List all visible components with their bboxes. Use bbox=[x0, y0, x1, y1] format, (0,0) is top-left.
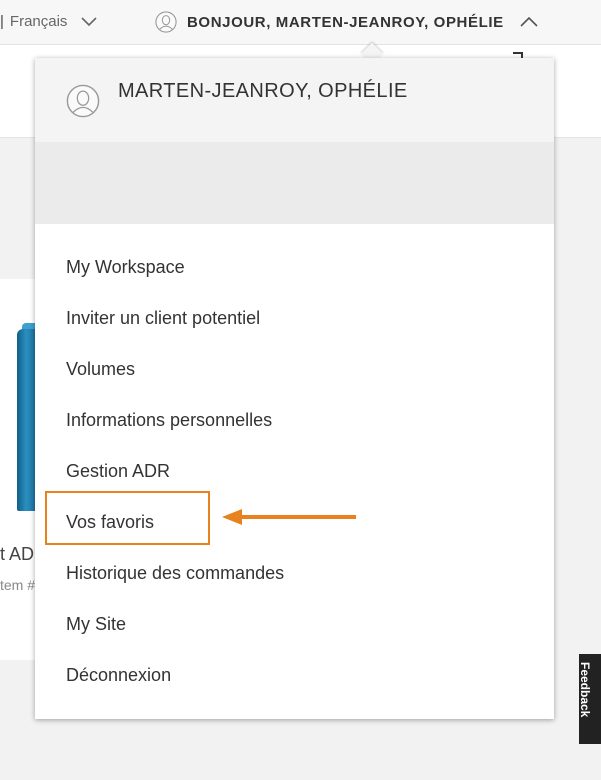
chevron-up-icon bbox=[520, 17, 538, 27]
account-menu-toggle[interactable]: BONJOUR, MARTEN-JEANROY, OPHÉLIE bbox=[155, 11, 538, 33]
arrow-left-icon bbox=[222, 509, 356, 525]
top-bar: | Français BONJOUR, MARTEN-JEANROY, OPHÉ… bbox=[0, 0, 601, 45]
dropdown-header: MARTEN-JEANROY, OPHÉLIE bbox=[35, 58, 554, 142]
product-name-fragment: t AD bbox=[0, 544, 35, 564]
user-avatar-icon bbox=[66, 84, 100, 118]
menu-item-invite-prospect[interactable]: Inviter un client potentiel bbox=[35, 293, 554, 344]
account-menu: My Workspace Inviter un client potentiel… bbox=[35, 242, 554, 701]
language-selector[interactable]: | Français bbox=[0, 13, 98, 30]
chevron-down-icon bbox=[81, 16, 98, 26]
language-label: Français bbox=[9, 13, 68, 30]
feedback-tab[interactable]: Feedback bbox=[578, 654, 601, 744]
highlight-box bbox=[45, 491, 210, 545]
dropdown-user-name: MARTEN-JEANROY, OPHÉLIE bbox=[118, 80, 408, 102]
user-avatar-icon bbox=[155, 11, 177, 33]
menu-item-adr-management[interactable]: Gestion ADR bbox=[35, 446, 554, 497]
menu-item-volumes[interactable]: Volumes bbox=[35, 344, 554, 395]
menu-item-personal-info[interactable]: Informations personnelles bbox=[35, 395, 554, 446]
feedback-label: Feedback bbox=[578, 662, 592, 718]
account-dropdown: MARTEN-JEANROY, OPHÉLIE My Workspace Inv… bbox=[35, 58, 554, 719]
language-separator: | bbox=[0, 13, 4, 30]
menu-item-my-workspace[interactable]: My Workspace bbox=[35, 242, 554, 293]
menu-item-my-site[interactable]: My Site bbox=[35, 599, 554, 650]
dropdown-banner bbox=[35, 142, 554, 224]
product-item-fragment: tem # bbox=[0, 577, 36, 593]
greeting-text: BONJOUR, MARTEN-JEANROY, OPHÉLIE bbox=[187, 13, 504, 31]
menu-item-order-history[interactable]: Historique des commandes bbox=[35, 548, 554, 599]
menu-item-logout[interactable]: Déconnexion bbox=[35, 650, 554, 701]
